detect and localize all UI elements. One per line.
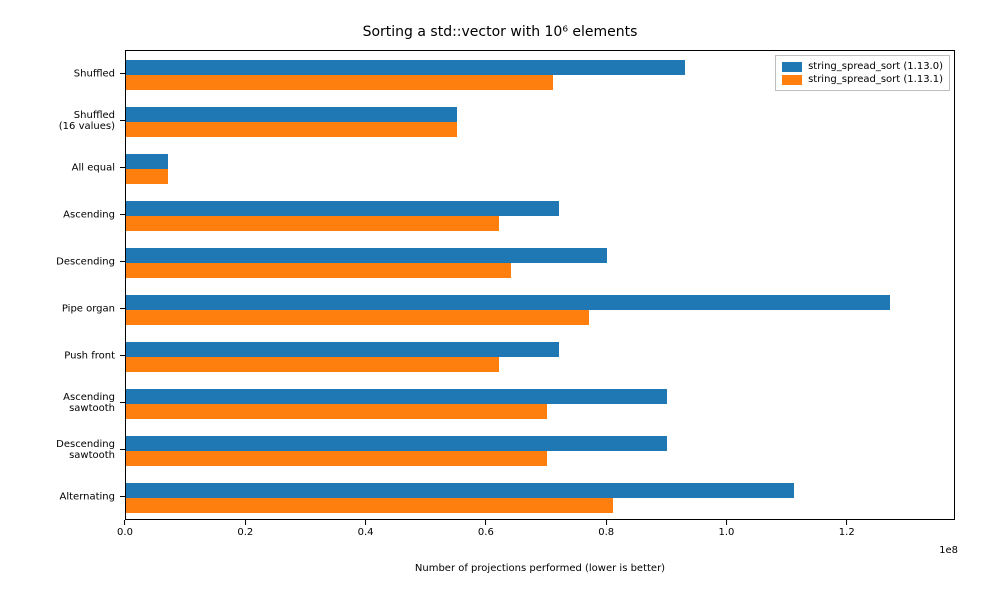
x-tick-4: 0.8	[598, 520, 614, 538]
y-tick-label-2: All equal	[5, 162, 115, 173]
y-tick-mark-6	[120, 355, 125, 356]
y-tick-label-5: Pipe organ	[5, 303, 115, 314]
bar-1-7	[126, 404, 547, 419]
bar-0-7	[126, 389, 667, 404]
y-tick-label-8: Descending sawtooth	[5, 439, 115, 461]
bar-1-9	[126, 498, 613, 513]
y-tick-mark-0	[120, 73, 125, 74]
legend: string_spread_sort (1.13.0) string_sprea…	[775, 55, 950, 91]
y-tick-label-0: Shuffled	[5, 68, 115, 79]
x-tick-5: 1.0	[718, 520, 734, 538]
bar-1-8	[126, 451, 547, 466]
x-tick-label-1: 0.2	[237, 527, 253, 538]
y-tick-label-1: Shuffled (16 values)	[5, 110, 115, 132]
bar-1-1	[126, 122, 457, 137]
y-tick-mark-9	[120, 496, 125, 497]
x-tick-6: 1.2	[839, 520, 855, 538]
y-tick-mark-7	[120, 402, 125, 403]
y-tick-mark-2	[120, 167, 125, 168]
bar-0-9	[126, 483, 794, 498]
bar-1-3	[126, 216, 499, 231]
bar-1-2	[126, 169, 168, 184]
bar-1-6	[126, 357, 499, 372]
bar-0-8	[126, 436, 667, 451]
x-tick-3: 0.6	[478, 520, 494, 538]
bar-0-1	[126, 107, 457, 122]
x-tick-label-4: 0.8	[598, 527, 614, 538]
y-tick-label-9: Alternating	[5, 491, 115, 502]
bar-1-0	[126, 75, 553, 90]
x-axis-label: Number of projections performed (lower i…	[125, 563, 955, 574]
y-tick-mark-3	[120, 214, 125, 215]
y-tick-label-6: Push front	[5, 350, 115, 361]
x-tick-1: 0.2	[237, 520, 253, 538]
bar-0-6	[126, 342, 559, 357]
bar-0-0	[126, 60, 685, 75]
legend-swatch-0	[782, 62, 802, 72]
chart-container: Sorting a std::vector with 10⁶ elements …	[0, 0, 1000, 600]
bar-1-4	[126, 263, 511, 278]
bar-0-2	[126, 154, 168, 169]
x-tick-label-3: 0.6	[478, 527, 494, 538]
x-tick-label-6: 1.2	[839, 527, 855, 538]
x-axis-exponent: 1e8	[939, 545, 958, 556]
legend-swatch-1	[782, 75, 802, 85]
legend-label-0: string_spread_sort (1.13.0)	[808, 61, 943, 72]
plot-area: string_spread_sort (1.13.0) string_sprea…	[125, 50, 955, 520]
x-tick-label-2: 0.4	[358, 527, 374, 538]
bars-layer	[126, 51, 954, 519]
y-tick-mark-5	[120, 308, 125, 309]
chart-title: Sorting a std::vector with 10⁶ elements	[0, 24, 1000, 40]
y-tick-mark-1	[120, 120, 125, 121]
legend-entry-1: string_spread_sort (1.13.1)	[782, 73, 943, 86]
y-tick-label-3: Ascending	[5, 209, 115, 220]
y-tick-mark-4	[120, 261, 125, 262]
x-tick-0: 0.0	[117, 520, 133, 538]
x-tick-label-5: 1.0	[718, 527, 734, 538]
legend-entry-0: string_spread_sort (1.13.0)	[782, 60, 943, 73]
x-tick-2: 0.4	[358, 520, 374, 538]
bar-1-5	[126, 310, 589, 325]
y-tick-label-7: Ascending sawtooth	[5, 392, 115, 414]
bar-0-5	[126, 295, 890, 310]
y-tick-mark-8	[120, 449, 125, 450]
bar-0-3	[126, 201, 559, 216]
x-tick-label-0: 0.0	[117, 527, 133, 538]
bar-0-4	[126, 248, 607, 263]
y-tick-label-4: Descending	[5, 256, 115, 267]
legend-label-1: string_spread_sort (1.13.1)	[808, 74, 943, 85]
